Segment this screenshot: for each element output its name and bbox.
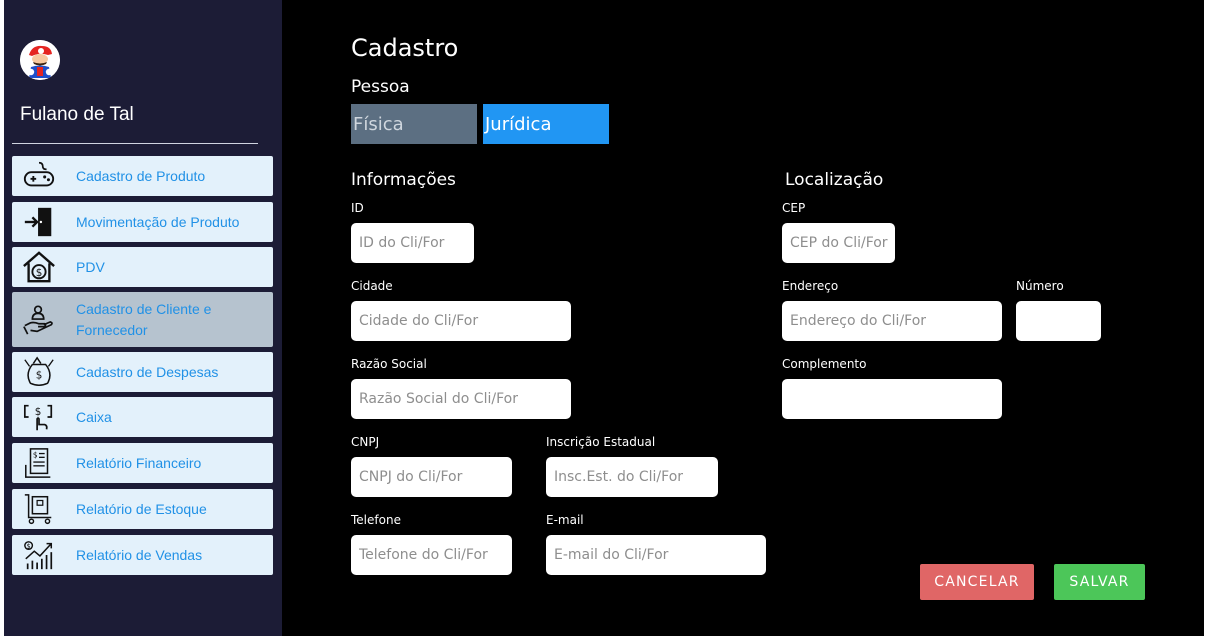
hand-person-icon (12, 292, 66, 347)
app-window: Fulano de Tal Cadastro de Produto Movime… (4, 0, 1204, 636)
sidebar-item-label: Relatório Financeiro (76, 454, 202, 471)
sidebar-item-relatorio-vendas[interactable]: $ Relatório de Vendas (12, 535, 273, 575)
sidebar: Fulano de Tal Cadastro de Produto Movime… (4, 0, 282, 636)
razao-social-label: Razão Social (351, 357, 427, 371)
sidebar-item-label: Movimentação de Produto (76, 213, 240, 230)
sidebar-item-pdv[interactable]: $ PDV (12, 247, 273, 287)
sales-chart-icon: $ (12, 535, 66, 575)
cep-field[interactable] (782, 223, 895, 263)
tab-juridica[interactable]: Jurídica (483, 104, 609, 144)
page-title: Cadastro (351, 34, 459, 62)
cancel-button[interactable]: CANCELAR (920, 564, 1034, 600)
telefone-label: Telefone (351, 513, 401, 527)
cidade-field[interactable] (351, 301, 571, 341)
complemento-field[interactable] (782, 379, 1002, 419)
sidebar-item-label: Relatório de Vendas (76, 546, 203, 563)
sidebar-item-movimentacao-produto[interactable]: Movimentação de Produto (12, 202, 273, 242)
numero-label: Número (1016, 279, 1064, 293)
inscricao-estadual-label: Inscrição Estadual (546, 435, 656, 449)
sidebar-item-label: Cadastro de Cliente e Fornecedor (76, 300, 212, 338)
mario-avatar-icon (20, 40, 60, 80)
sidebar-item-label: Cadastro de Despesas (76, 363, 219, 380)
email-field[interactable] (546, 535, 766, 575)
financial-report-icon: $ (12, 443, 66, 483)
avatar[interactable] (20, 40, 60, 80)
pessoa-label: Pessoa (351, 77, 410, 97)
sidebar-item-caixa[interactable]: $ Caixa (12, 397, 273, 437)
money-bag-icon: $ (12, 352, 66, 392)
sidebar-item-label: Cadastro de Produto (76, 167, 206, 184)
door-enter-icon (12, 202, 66, 242)
cep-label: CEP (782, 201, 806, 215)
numero-field[interactable] (1016, 301, 1101, 341)
cnpj-field[interactable] (351, 457, 512, 497)
id-label: ID (351, 201, 364, 215)
cash-hand-icon: $ (12, 397, 66, 437)
endereco-field[interactable] (782, 301, 1002, 341)
save-button[interactable]: SALVAR (1054, 564, 1145, 600)
sidebar-item-cadastro-cliente-fornecedor[interactable]: Cadastro de Cliente e Fornecedor (12, 292, 273, 347)
store-money-icon: $ (12, 247, 66, 287)
endereco-label: Endereço (782, 279, 839, 293)
cidade-label: Cidade (351, 279, 393, 293)
stock-cart-icon (12, 489, 66, 529)
id-field[interactable] (351, 223, 474, 263)
inscricao-estadual-field[interactable] (546, 457, 718, 497)
section-title-informacoes: Informações (351, 170, 456, 190)
complemento-label: Complemento (782, 357, 867, 371)
sidebar-item-cadastro-produto[interactable]: Cadastro de Produto (12, 156, 273, 196)
svg-text:$: $ (27, 542, 31, 550)
gamepad-icon (12, 156, 66, 196)
tab-fisica[interactable]: Física (351, 104, 477, 144)
telefone-field[interactable] (351, 535, 512, 575)
svg-text:$: $ (36, 370, 43, 382)
email-label: E-mail (546, 513, 584, 527)
sidebar-item-relatorio-estoque[interactable]: Relatório de Estoque (12, 489, 273, 529)
section-title-localizacao: Localização (785, 170, 884, 190)
sidebar-item-label: Relatório de Estoque (76, 500, 207, 517)
svg-text:$: $ (35, 406, 42, 418)
razao-social-field[interactable] (351, 379, 571, 419)
svg-text:$: $ (33, 450, 38, 459)
svg-text:$: $ (36, 267, 43, 279)
user-name: Fulano de Tal (20, 104, 134, 125)
sidebar-item-cadastro-despesas[interactable]: $ Cadastro de Despesas (12, 352, 273, 392)
sidebar-divider (12, 143, 258, 144)
cnpj-label: CNPJ (351, 435, 380, 449)
sidebar-item-label: Caixa (76, 408, 112, 425)
sidebar-item-relatorio-financeiro[interactable]: $ Relatório Financeiro (12, 443, 273, 483)
sidebar-item-label: PDV (76, 258, 105, 275)
